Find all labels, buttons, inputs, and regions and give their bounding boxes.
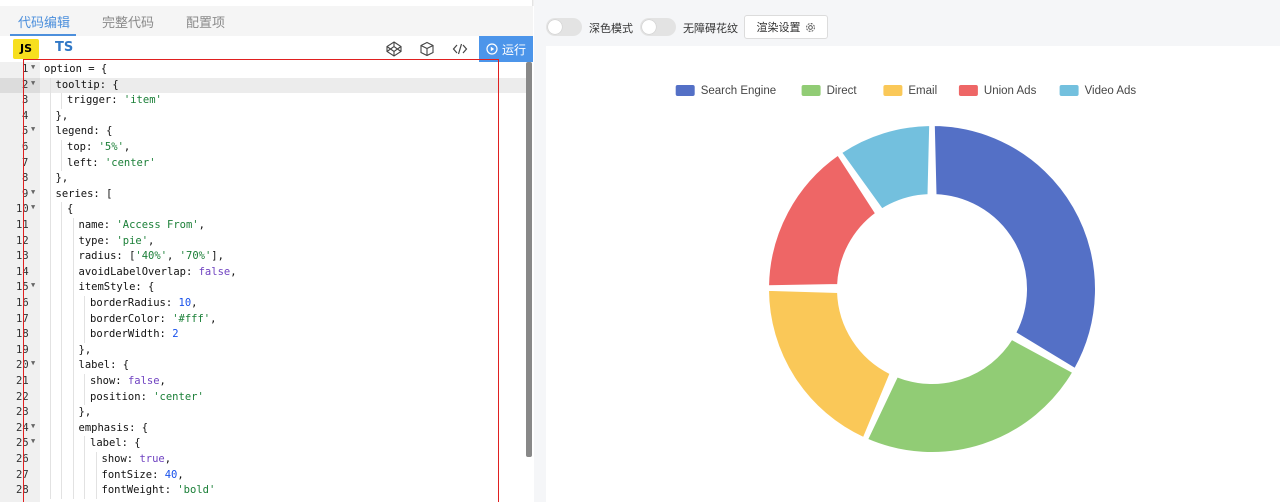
legend-item[interactable]: Union Ads <box>958 85 1037 97</box>
accessible-pattern-label: 无障碍花纹 <box>683 22 738 35</box>
legend-item[interactable]: Video Ads <box>1059 85 1137 97</box>
editor-tabs: 代码编辑 完整代码 配置项 <box>0 6 533 36</box>
toggle-knob <box>642 20 656 34</box>
preview-pane: 深色模式 无障碍花纹 渲染设置 Search Engine Direct Email… <box>534 0 1280 502</box>
render-settings-label: 渲染设置 <box>756 21 801 34</box>
run-button-label: 运行 <box>501 42 526 57</box>
legend-swatch <box>675 85 695 96</box>
preview-toolbar: 深色模式 无障碍花纹 渲染设置 <box>534 6 1280 46</box>
legend-label: Direct <box>827 85 858 97</box>
play-circle-icon <box>486 43 498 55</box>
tab-full-code[interactable]: 完整代码 <box>102 12 154 31</box>
donut-slice[interactable] <box>932 124 1097 371</box>
legend-swatch <box>883 85 903 96</box>
legend-swatch <box>958 85 978 96</box>
render-settings-button[interactable]: 渲染设置 <box>744 15 828 39</box>
code-icon[interactable] <box>452 41 468 57</box>
tab-code-edit[interactable]: 代码编辑 <box>18 12 70 31</box>
donut-chart: Search Engine Direct Email Union Ads Video A… <box>675 85 1137 454</box>
legend-item[interactable]: Email <box>883 85 937 97</box>
legend-label: Video Ads <box>1085 85 1137 97</box>
toggle-knob <box>548 20 562 34</box>
chart-container: Search Engine Direct Email Union Ads Video A… <box>546 46 1280 502</box>
legend-label: Email <box>908 85 937 97</box>
legend-label: Search Engine <box>701 85 776 97</box>
dark-mode-toggle[interactable] <box>546 18 582 36</box>
codepen-icon[interactable] <box>386 41 402 57</box>
legend-swatch <box>801 85 821 96</box>
donut-slice[interactable] <box>767 288 892 440</box>
legend-item[interactable]: Direct <box>801 85 858 97</box>
legend-label: Union Ads <box>984 85 1037 97</box>
accessible-pattern-toggle[interactable] <box>640 18 676 36</box>
donut-slice[interactable] <box>866 337 1075 454</box>
legend-item[interactable]: Search Engine <box>675 85 776 97</box>
cube-icon[interactable] <box>419 41 435 57</box>
tab-options[interactable]: 配置项 <box>186 12 225 31</box>
js-language-button[interactable]: JS <box>13 39 39 59</box>
dark-mode-label: 深色模式 <box>589 22 633 35</box>
legend-swatch <box>1059 85 1079 96</box>
gear-icon <box>805 22 815 32</box>
editor-pane: 代码编辑 完整代码 配置项 JS TS 运行 1 ▼ 2 ▼ 3 4 5 ▼ 6 7 8 9 ▼ 10 ▼ 1… <box>0 0 533 502</box>
highlight-annotation-box <box>23 59 499 502</box>
ts-language-button[interactable]: TS <box>55 40 73 55</box>
editor-scrollbar[interactable] <box>526 62 532 457</box>
